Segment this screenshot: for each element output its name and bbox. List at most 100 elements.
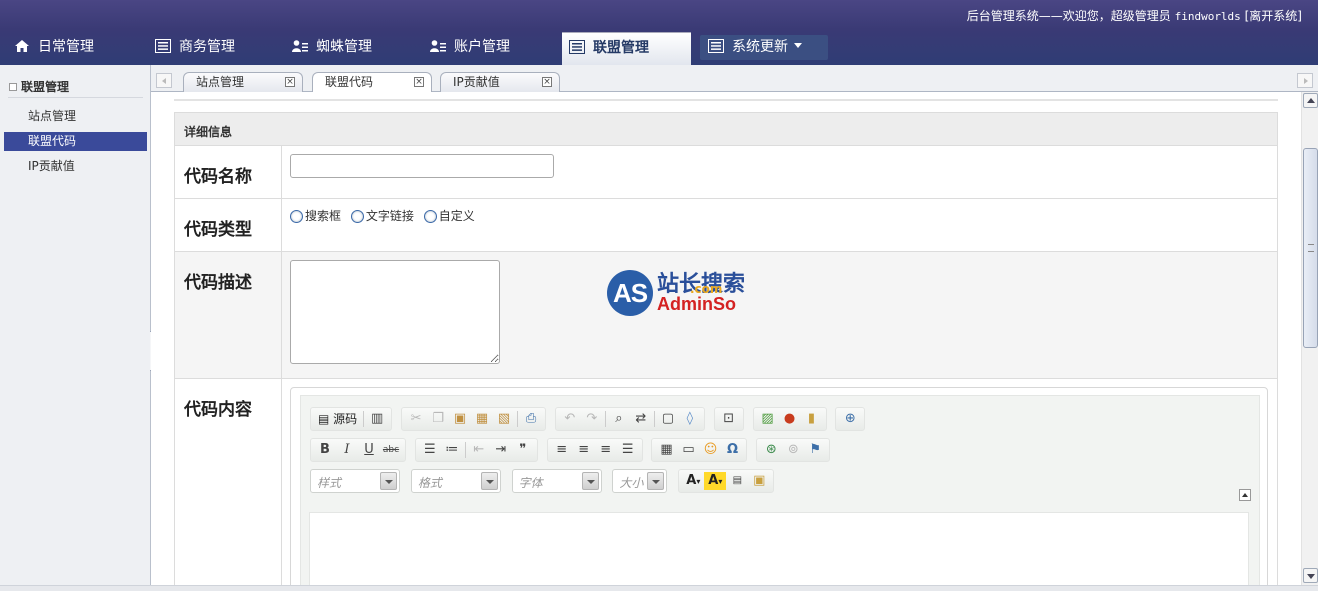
section-title: 详细信息 [175, 113, 1277, 146]
watermark-mark: AS [607, 270, 653, 316]
nav-tab-system-update[interactable]: 系统更新 [700, 35, 828, 60]
select-all-icon[interactable]: ▢ [657, 408, 679, 430]
bold-button[interactable]: B [314, 439, 336, 461]
chevron-left-icon [162, 78, 166, 84]
close-icon[interactable]: × [285, 77, 295, 87]
underline-button[interactable]: U [358, 439, 380, 461]
form-row-code-description: 代码描述 AS 站长搜索 .com AdminSo [175, 252, 1277, 379]
source-button[interactable]: ▤ 源码 [314, 408, 361, 430]
sidebar-item-ip-contribution[interactable]: IP贡献值 [4, 157, 147, 176]
paste-word-icon[interactable]: ▧ [493, 408, 515, 430]
code-type-label: 代码类型 [175, 199, 282, 251]
iframe-icon[interactable]: ▤ [726, 470, 748, 492]
special-char-button[interactable]: Ω [721, 439, 743, 461]
scroll-down-button[interactable] [1303, 568, 1318, 583]
paste-text-icon[interactable]: ▦ [471, 408, 493, 430]
radio-custom[interactable] [423, 210, 437, 223]
copy-icon[interactable]: ❐ [427, 408, 449, 430]
toolbar-collapse-button[interactable] [1239, 489, 1251, 501]
collapse-box-icon [9, 83, 17, 91]
align-left-icon[interactable]: ≡ [551, 439, 573, 461]
nav-tab-business[interactable]: 商务管理 [155, 32, 235, 65]
code-content-cell: ▤ 源码 ▥ ✂ ❐ ▣ ▦ ▧ ⎙ ↶ ↷ ⌕ ⇄ ▢ ◊ ⊡ ▨ ● ▮ ⊕… [282, 379, 1277, 585]
cut-icon[interactable]: ✂ [405, 408, 427, 430]
sidebar-item-label: IP贡献值 [28, 159, 75, 173]
close-icon[interactable]: × [542, 77, 552, 87]
scroll-up-button[interactable] [1303, 93, 1318, 108]
sidebar-divider [8, 97, 143, 98]
preview-icon[interactable]: ⊡ [718, 408, 740, 430]
chevron-down-icon [794, 43, 802, 48]
flash-icon[interactable]: ● [779, 408, 801, 430]
sidebar-title[interactable]: 联盟管理 [9, 78, 69, 95]
blockquote-button[interactable]: ❞ [512, 439, 534, 461]
link-icon[interactable]: ⊛ [760, 439, 782, 461]
align-center-icon[interactable]: ≡ [573, 439, 595, 461]
tab-alliance-code[interactable]: 联盟代码 × [312, 72, 432, 93]
code-name-input[interactable] [290, 154, 554, 178]
undo-icon[interactable]: ↶ [559, 408, 581, 430]
anchor-flag-icon[interactable]: ⚑ [804, 439, 826, 461]
radio-label-text-link: 文字链接 [365, 209, 414, 223]
toolbar-group-colors: A▾ A▾ ▤ ▣ [678, 469, 775, 493]
code-name-cell [282, 146, 1277, 178]
code-description-textarea[interactable] [290, 260, 500, 364]
find-icon[interactable]: ⌕ [608, 408, 630, 430]
strikethrough-button[interactable]: abc [380, 439, 402, 461]
watermark-en-text: AdminSo [657, 294, 736, 314]
table-icon[interactable]: ▦ [655, 439, 677, 461]
background-color-label: A [708, 473, 719, 488]
indent-icon[interactable]: ⇥ [490, 439, 512, 461]
style-select[interactable]: 样式 [310, 469, 400, 493]
radio-search-box[interactable] [290, 210, 303, 223]
size-select[interactable]: 大小 [612, 469, 668, 493]
font-color-button[interactable]: A▾ [682, 470, 704, 492]
page-break-icon[interactable]: ▣ [748, 470, 770, 492]
sidebar-item-site-management[interactable]: 站点管理 [4, 107, 147, 126]
format-select[interactable]: 格式 [410, 469, 501, 493]
chevron-down-icon: ▾ [696, 477, 701, 486]
nav-tab-alliance[interactable]: 联盟管理 [562, 32, 691, 65]
vertical-scrollbar[interactable] [1301, 92, 1318, 585]
scrollbar-thumb[interactable] [1303, 148, 1318, 348]
italic-button[interactable]: I [336, 439, 358, 461]
media-icon[interactable]: ▮ [801, 408, 823, 430]
toolbar-group-source: ▤ 源码 ▥ [310, 407, 393, 431]
unlink-icon[interactable]: ⊚ [782, 439, 804, 461]
tab-scroll-right-button[interactable] [1297, 73, 1313, 88]
radio-text-link[interactable] [350, 210, 364, 223]
tab-scroll-left-button[interactable] [156, 73, 172, 88]
logout-link[interactable]: [离开系统] [1241, 9, 1302, 23]
paste-icon[interactable]: ▣ [449, 408, 471, 430]
image-icon[interactable]: ▨ [757, 408, 779, 430]
tab-site-management[interactable]: 站点管理 × [183, 72, 303, 92]
outdent-icon[interactable]: ⇤ [468, 439, 490, 461]
nav-tab-daily[interactable]: 日常管理 [14, 32, 94, 65]
toolbar-separator [363, 411, 365, 427]
align-justify-icon[interactable]: ☰ [617, 439, 639, 461]
replace-icon[interactable]: ⇄ [630, 408, 652, 430]
list-icon [155, 39, 171, 53]
print-icon[interactable]: ⎙ [520, 408, 542, 430]
tab-ip-contribution[interactable]: IP贡献值 × [440, 72, 560, 92]
chevron-right-icon [1304, 78, 1308, 84]
horizontal-rule-icon[interactable]: ▭ [677, 439, 699, 461]
maximize-icon[interactable]: ⊕ [839, 408, 861, 430]
nav-tab-spider[interactable]: 蜘蛛管理 [292, 32, 372, 65]
smiley-icon[interactable]: ☺ [699, 439, 721, 461]
templates-button[interactable]: ▥ [366, 408, 388, 430]
nav-tab-account[interactable]: 账户管理 [430, 32, 510, 65]
align-right-icon[interactable]: ≡ [595, 439, 617, 461]
sidebar-item-alliance-code[interactable]: 联盟代码 [4, 132, 147, 151]
toolbar-group-media: ▨ ● ▮ [752, 407, 827, 431]
font-select[interactable]: 字体 [511, 469, 602, 493]
numbered-list-icon[interactable]: ☰ [419, 439, 441, 461]
editor-content-area[interactable] [309, 512, 1249, 585]
bulleted-list-icon[interactable]: ≔ [441, 439, 463, 461]
close-icon[interactable]: × [414, 77, 424, 87]
redo-icon[interactable]: ↷ [581, 408, 603, 430]
sidebar-title-label: 联盟管理 [21, 80, 70, 94]
eraser-icon[interactable]: ◊ [679, 408, 701, 430]
background-color-button[interactable]: A▾ [704, 472, 727, 490]
nav-tab-label: 联盟管理 [593, 40, 649, 56]
